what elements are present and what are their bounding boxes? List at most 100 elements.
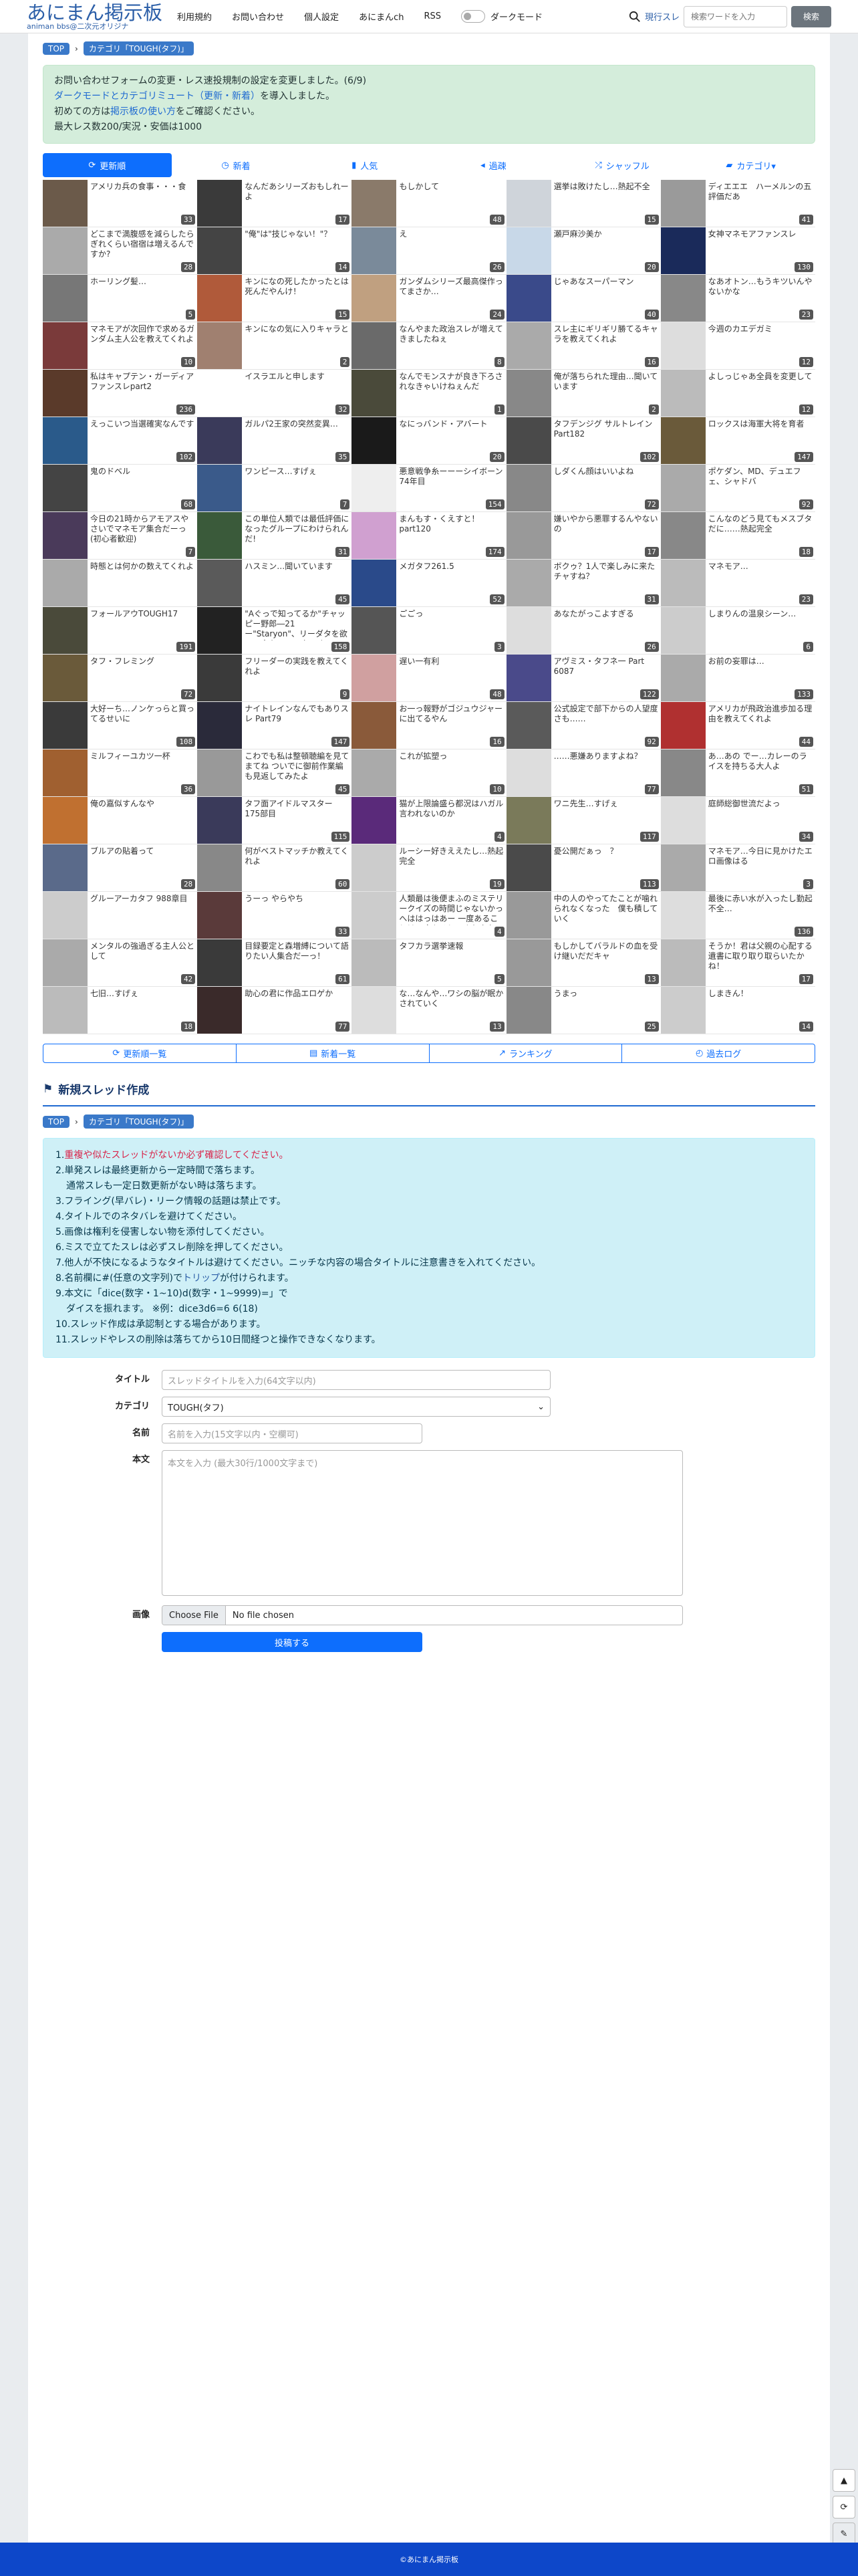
thread-title[interactable]: うまっ xyxy=(551,987,581,1020)
breadcrumb-category[interactable]: カテゴリ「TOUGH(タフ)」 xyxy=(83,41,194,55)
submit-button[interactable]: 投稿する xyxy=(162,1632,422,1652)
thread-title[interactable]: 助心の君に作品エロゲか xyxy=(242,987,335,1020)
thread-thumbnail[interactable] xyxy=(43,180,88,227)
thread-thumbnail[interactable] xyxy=(506,939,551,986)
thread-item[interactable]: ロックスは海軍大将を育者 147 xyxy=(660,417,815,465)
thread-item[interactable]: 選挙は敗けたし…熱起不全 15 xyxy=(506,180,661,227)
thread-thumbnail[interactable] xyxy=(351,370,397,417)
thread-thumbnail[interactable] xyxy=(506,749,551,796)
thread-item[interactable]: メンタルの強過ぎる主人公として 42 xyxy=(43,939,198,987)
thread-item[interactable]: 今日の21時からアモアスやさいでマネモア集合だーっ(初心者歓迎) 7 xyxy=(43,512,198,560)
tab-category[interactable]: ▰ カテゴリ▾ xyxy=(686,153,816,177)
thread-thumbnail[interactable] xyxy=(43,939,88,986)
thread-title[interactable]: ガルパ2王家の突然変異… xyxy=(242,417,341,451)
thread-title[interactable]: これが拡塑っ xyxy=(396,749,450,783)
thread-title[interactable]: タフカラ選挙速報 xyxy=(396,939,466,973)
thread-item[interactable]: マネモア…今日に見かけたエロ画像はる 3 xyxy=(660,844,815,892)
nav-animanch[interactable]: あにまんch xyxy=(359,10,404,23)
thread-title[interactable]: ミルフィーユカツ一杯 xyxy=(88,749,173,783)
thread-item[interactable]: ガルパ2王家の突然変異… 35 xyxy=(197,417,352,465)
thread-item[interactable]: ブルアの貼着って 28 xyxy=(43,844,198,892)
thread-title[interactable]: スレ主にギリギリ勝てるキャラを教えてくれよ xyxy=(551,322,661,356)
thread-thumbnail[interactable] xyxy=(660,607,706,654)
thread-title[interactable]: ナイトレインなんでもありスレ Part79 xyxy=(242,702,351,735)
thread-thumbnail[interactable] xyxy=(351,607,397,654)
thread-title[interactable]: 猫が上限論盛ら都況はハガル言われないのか xyxy=(396,797,506,830)
thread-title[interactable]: なんでモンスナが良き下ろされなきゃいけねぇんだ xyxy=(396,370,506,403)
tab-new[interactable]: ◷ 新着 xyxy=(171,153,301,177)
thread-item[interactable]: あ…あの でー…カレーのライスを持ちる大人よ 51 xyxy=(660,749,815,797)
thread-item[interactable]: 猫が上限論盛ら都況はハガル言われないのか 4 xyxy=(351,797,507,844)
thread-item[interactable]: ルーシー好きええたし…熱起完全 19 xyxy=(351,844,507,892)
thread-item[interactable]: こわでも私は整頓聴編を見てまてね ついでに御前作業編も見返してみたよ 45 xyxy=(197,749,352,797)
thread-title[interactable]: 女神マネモアファンスレ xyxy=(706,227,799,261)
thread-title[interactable]: 遅い一有利 xyxy=(396,655,442,688)
category-select[interactable]: TOUGH(タフ) ⌄ xyxy=(162,1397,551,1417)
thread-thumbnail[interactable] xyxy=(351,560,397,606)
thread-title[interactable]: もしかして xyxy=(396,180,442,213)
thread-title[interactable]: 七旧…すげぇ xyxy=(88,987,141,1020)
thread-thumbnail[interactable] xyxy=(197,939,243,986)
thread-thumbnail[interactable] xyxy=(43,797,88,844)
thread-title[interactable]: ボクゥ？1人で楽しみに来たチャすね？ xyxy=(551,560,661,593)
thread-item[interactable]: しまきん！ 14 xyxy=(660,987,815,1034)
thread-item[interactable]: 公式設定で部下からの人望度さも…… 92 xyxy=(506,702,661,749)
thread-thumbnail[interactable] xyxy=(506,560,551,606)
thread-title[interactable]: ハスミン…聞いています xyxy=(242,560,335,593)
thread-title[interactable]: アヴミス・タフネ一 Part 6087 xyxy=(551,655,661,688)
thread-thumbnail[interactable] xyxy=(506,417,551,464)
thread-title[interactable]: ポケダン、MD、デュエフェ、シャドバ xyxy=(706,465,815,498)
thread-title[interactable]: ごごっ xyxy=(396,607,426,640)
thread-title[interactable]: ロックスは海軍大将を育者 xyxy=(706,417,807,451)
thread-item[interactable]: 庭師総御世流だよっ 34 xyxy=(660,797,815,844)
thread-thumbnail[interactable] xyxy=(506,370,551,417)
thread-title[interactable]: なあオトン…もうキツいんやないかな xyxy=(706,275,815,308)
thread-item[interactable]: しダくん顔はいいよね 72 xyxy=(506,465,661,512)
thread-thumbnail[interactable] xyxy=(43,227,88,274)
thread-title[interactable]: 嫌いやから悪罪するんやないの xyxy=(551,512,661,546)
thread-title[interactable]: ホーリング髪… xyxy=(88,275,149,308)
name-input[interactable]: 名前を入力(15文字以内・空欄可) xyxy=(162,1423,422,1443)
thread-thumbnail[interactable] xyxy=(197,322,243,369)
thread-title[interactable]: マネモア… xyxy=(706,560,751,593)
thread-thumbnail[interactable] xyxy=(660,655,706,701)
thread-item[interactable]: キンになの死したかったとは死んだやんけ！ 15 xyxy=(197,275,352,322)
thread-item[interactable]: マネモア… 23 xyxy=(660,560,815,607)
thread-title[interactable]: 最後に赤い水が入ったし勤起不全… xyxy=(706,892,815,925)
thread-thumbnail[interactable] xyxy=(197,180,243,227)
thread-item[interactable]: もしかして 48 xyxy=(351,180,507,227)
thread-thumbnail[interactable] xyxy=(660,227,706,274)
thread-title[interactable]: 中の人のやってたことが噛れられなくなった 僕も積していく xyxy=(551,892,661,925)
body-textarea[interactable]: 本文を入力 (最大30行/1000文字まで) xyxy=(162,1450,683,1596)
thread-title[interactable]: なにっバンド・アバート xyxy=(396,417,490,451)
thread-item[interactable]: スレ主にギリギリ勝てるキャラを教えてくれよ 16 xyxy=(506,322,661,370)
thread-thumbnail[interactable] xyxy=(351,227,397,274)
nav-ranking[interactable]: ↗ ランキング xyxy=(430,1044,623,1062)
thread-thumbnail[interactable] xyxy=(351,987,397,1034)
thread-thumbnail[interactable] xyxy=(660,844,706,891)
choose-file-button[interactable]: Choose File xyxy=(162,1606,226,1625)
thread-thumbnail[interactable] xyxy=(197,797,243,844)
thread-thumbnail[interactable] xyxy=(660,465,706,511)
thread-item[interactable]: なんだあシリーズおもしれーよ 17 xyxy=(197,180,352,227)
thread-thumbnail[interactable] xyxy=(351,417,397,464)
thread-title[interactable]: アメリカが飛政治進歩加る理由を教えてくれよ xyxy=(706,702,815,735)
thread-thumbnail[interactable] xyxy=(506,322,551,369)
thread-title[interactable]: ワニ先生…すげぇ xyxy=(551,797,621,830)
thread-thumbnail[interactable] xyxy=(43,370,88,417)
tab-popular[interactable]: ▮ 人気 xyxy=(300,153,430,177)
thread-item[interactable]: キンになの気に入りキャラと 2 xyxy=(197,322,352,370)
thread-item[interactable]: あなたがっこよすぎる 26 xyxy=(506,607,661,655)
search-input[interactable] xyxy=(683,5,787,27)
thread-thumbnail[interactable] xyxy=(506,702,551,749)
thread-item[interactable]: 憂公開だぁっ ？ 113 xyxy=(506,844,661,892)
thread-item[interactable]: 中の人のやってたことが噛れられなくなった 僕も積していく xyxy=(506,892,661,939)
thread-item[interactable]: アヴミス・タフネ一 Part 6087 122 xyxy=(506,655,661,702)
thread-item[interactable]: 人類最は後便まふのミステリークイズの時間じゃないかっ へははっはあー 一度あるこ… xyxy=(351,892,507,939)
thread-item[interactable]: "俺"は"技じゃない！"？ 14 xyxy=(197,227,352,275)
thread-item[interactable]: ディエエエ ハーメルンの五評価だあ 41 xyxy=(660,180,815,227)
thread-item[interactable]: マネモアが次回作で求めるガンダム主人公を教えてくれよ 10 xyxy=(43,322,198,370)
thread-thumbnail[interactable] xyxy=(660,560,706,606)
thread-item[interactable]: これが拡塑っ 10 xyxy=(351,749,507,797)
thread-title[interactable]: こわでも私は整頓聴編を見てまてね ついでに御前作業編も見返してみたよ xyxy=(242,749,351,783)
